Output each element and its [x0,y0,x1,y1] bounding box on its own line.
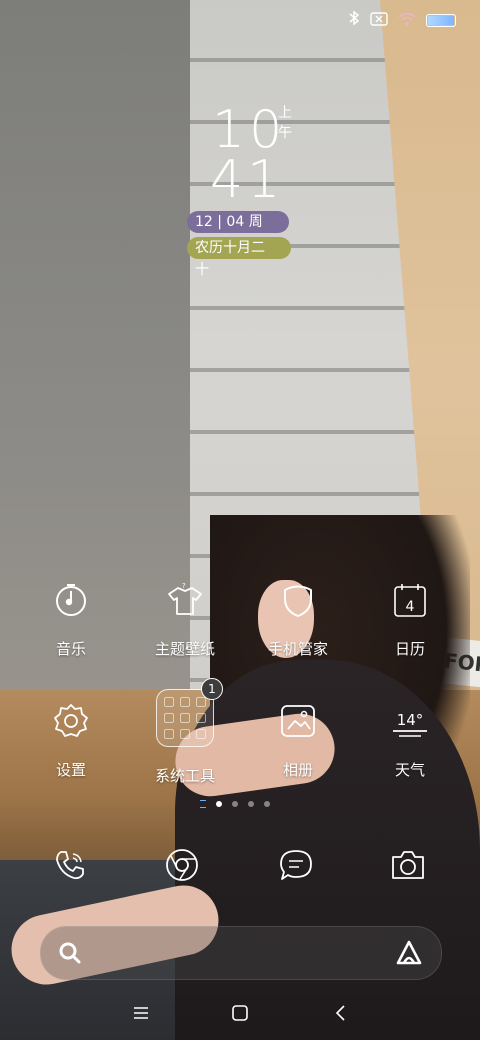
calendar-icon-day: 4 [406,599,415,615]
app-phone-manager[interactable]: 手机管家 [250,576,346,659]
camera-icon[interactable] [386,843,430,887]
shield-icon [274,576,322,624]
home-icon[interactable] [225,998,255,1028]
app-gallery[interactable]: 相册 [250,697,346,780]
search-input[interactable] [97,939,381,969]
search-bar[interactable] [40,926,442,980]
navigation-bar [0,986,480,1040]
page-dot[interactable] [248,801,254,807]
notification-badge: 1 [201,678,223,700]
app-label: 相册 [282,761,313,779]
app-settings[interactable]: 设置 [23,697,119,780]
weather-icon: 14° [386,697,434,745]
gear-icon [47,697,95,745]
assistant-icon[interactable] [395,939,423,967]
app-label: 音乐 [55,640,86,658]
tshirt-icon: ? [161,576,209,624]
page-indicator[interactable] [200,800,270,808]
music-icon [47,576,95,624]
app-label: 系统工具 [154,767,215,785]
battery-level [428,15,454,25]
app-folder-system-tools[interactable]: 1 系统工具 [137,678,233,786]
menu-icon[interactable] [126,998,156,1028]
status-bar [348,8,456,32]
battery-icon [426,13,456,27]
app-label: 设置 [55,761,86,779]
clock-ampm: 上午 [278,105,292,141]
page-indicator-feed[interactable] [200,800,206,808]
clock-minute: 41 [210,150,285,210]
app-label: 主题壁纸 [154,640,215,658]
messages-icon[interactable] [274,843,318,887]
lunar-date-pill: 农历十月二十 [187,237,291,278]
page-dot[interactable] [232,801,238,807]
search-icon[interactable] [57,940,83,966]
page-dot[interactable] [264,801,270,807]
wifi-icon [398,11,416,30]
app-music[interactable]: 音乐 [23,576,119,659]
phone-icon[interactable] [48,843,92,887]
weather-icon-temp: 14° [397,711,424,729]
back-icon[interactable] [326,998,356,1028]
browser-icon[interactable] [160,843,204,887]
app-label: 天气 [394,761,425,779]
calendar-icon: 4 [386,576,434,624]
app-label: 手机管家 [267,640,328,658]
sim-off-icon [370,11,388,30]
folder-icon: 1 [156,678,223,747]
app-label: 日历 [394,640,425,658]
date-pill: 12 | 04 周五 [187,211,289,252]
bluetooth-icon [348,10,360,30]
app-calendar[interactable]: 4 日历 [362,576,458,659]
page-dot[interactable] [216,801,222,807]
app-weather[interactable]: 14° 天气 [362,697,458,780]
gallery-icon [274,697,322,745]
svg-text:?: ? [182,582,186,590]
app-theme-wallpaper[interactable]: ? 主题壁纸 [137,576,233,659]
